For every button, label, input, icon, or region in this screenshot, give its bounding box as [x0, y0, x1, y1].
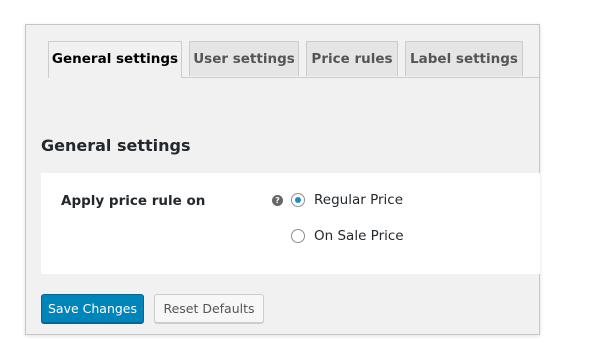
- tab-general-settings[interactable]: General settings: [48, 41, 182, 78]
- question-mark-icon[interactable]: ?: [272, 195, 283, 206]
- tab-user-settings[interactable]: User settings: [189, 41, 299, 76]
- settings-tabs: General settings User settings Price rul…: [48, 41, 539, 78]
- radio-option-on-sale-price[interactable]: On Sale Price: [291, 227, 404, 245]
- radio-option-regular-price[interactable]: Regular Price: [291, 191, 403, 209]
- radio-label-regular-price: Regular Price: [314, 192, 404, 208]
- radio-label-on-sale-price: On Sale Price: [314, 228, 404, 244]
- apply-price-rule-label: Apply price rule on: [61, 193, 206, 209]
- section-title: General settings: [41, 136, 191, 155]
- tab-price-rules[interactable]: Price rules: [306, 41, 398, 76]
- save-changes-button[interactable]: Save Changes: [41, 294, 144, 323]
- reset-defaults-button[interactable]: Reset Defaults: [154, 294, 264, 323]
- settings-panel: Apply price rule on ? Regular Price On S…: [41, 173, 540, 274]
- tab-label-settings[interactable]: Label settings: [405, 41, 523, 76]
- radio-button-unchecked[interactable]: [291, 229, 305, 243]
- settings-window: General settings User settings Price rul…: [25, 24, 540, 335]
- radio-button-checked[interactable]: [291, 193, 305, 207]
